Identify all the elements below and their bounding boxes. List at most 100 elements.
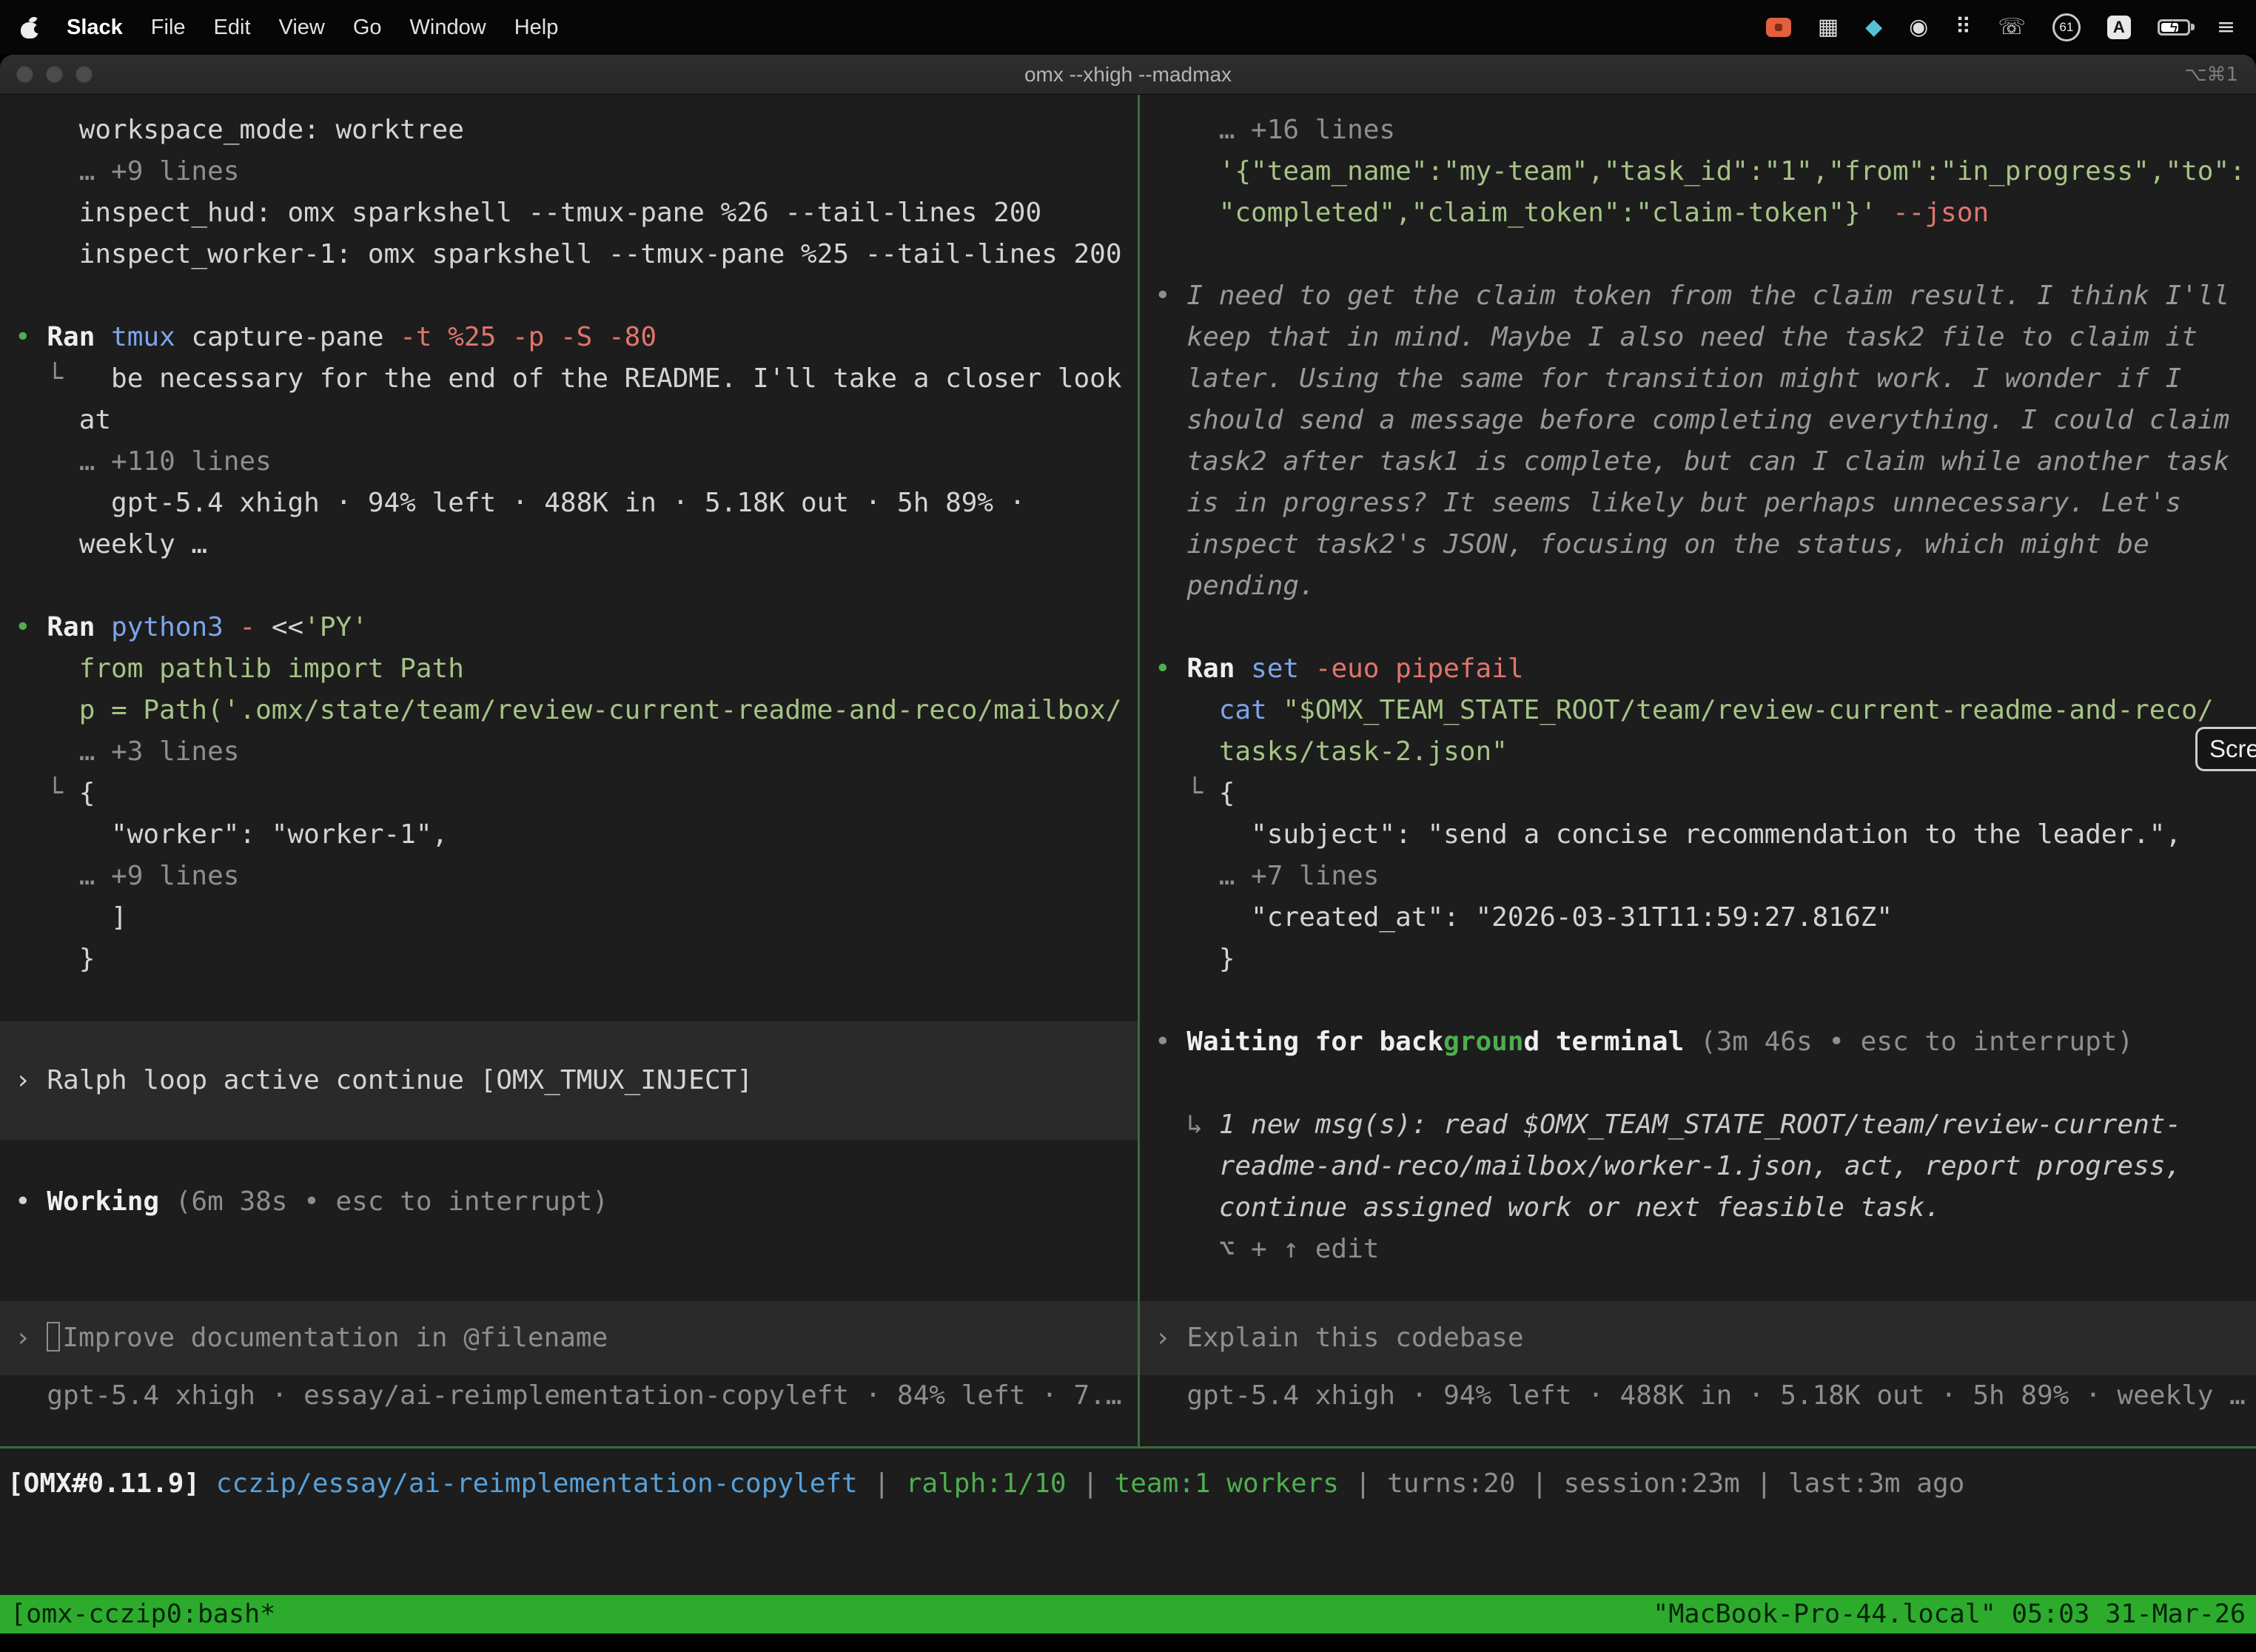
terminal-line: • Waiting for background terminal (3m 46… bbox=[1155, 1021, 2256, 1063]
terminal-line: from pathlib import Path bbox=[15, 648, 1138, 690]
composer-input[interactable]: › Explain this codebase bbox=[1140, 1301, 2256, 1375]
terminal-line: workspace_mode: worktree bbox=[15, 110, 1138, 151]
pane-spacer bbox=[0, 1223, 1138, 1301]
output-block: • Working (6m 38s • esc to interrupt) bbox=[0, 1140, 1138, 1223]
menu-window[interactable]: Window bbox=[410, 16, 486, 40]
terminal-line: • I need to get the claim token from the… bbox=[1155, 275, 2256, 317]
tmux-status-bar: [omx-cczip0:bash* "MacBook-Pro-44.local"… bbox=[0, 1595, 2256, 1633]
terminal-line: └ { bbox=[1155, 773, 2256, 814]
terminal-line: '{"team_name":"my-team","task_id":"1","f… bbox=[1155, 151, 2256, 192]
battery-percentage-icon[interactable]: 61 bbox=[2052, 13, 2081, 41]
menu-file[interactable]: File bbox=[151, 16, 186, 40]
terminal-line bbox=[1155, 980, 2256, 1021]
pane-spacer bbox=[1140, 1270, 2256, 1301]
zoom-button[interactable] bbox=[75, 66, 93, 83]
terminal-line: is in progress? It seems likely but perh… bbox=[1155, 483, 2256, 524]
terminal-line: gpt-5.4 xhigh · essay/ai-reimplementatio… bbox=[15, 1375, 1138, 1417]
input-source-icon[interactable]: A bbox=[2107, 16, 2131, 39]
battery-charging-icon[interactable]: ϟ bbox=[2158, 19, 2190, 36]
terminal-line: pending. bbox=[1155, 565, 2256, 607]
terminal-panes: workspace_mode: worktree … +9 lines insp… bbox=[0, 95, 2256, 1446]
terminal-line: cat "$OMX_TEAM_STATE_ROOT/team/review-cu… bbox=[1155, 690, 2256, 731]
terminal-line: "subject": "send a concise recommendatio… bbox=[1155, 814, 2256, 856]
terminal-line bbox=[15, 275, 1138, 317]
tmux-pane-right[interactable]: … +16 lines '{"team_name":"my-team","tas… bbox=[1140, 95, 2256, 1446]
tmux-host-time-label: "MacBook-Pro-44.local" 05:03 31-Mar-26 bbox=[1653, 1599, 2246, 1629]
terminal-line: … +16 lines bbox=[1155, 110, 2256, 151]
window-title: omx --xhigh --madmax bbox=[0, 63, 2256, 87]
keyboard-grid-icon[interactable]: ▦ bbox=[1818, 16, 1839, 38]
terminal-line: gpt-5.4 xhigh · 94% left · 488K in · 5.1… bbox=[1155, 1375, 2256, 1417]
omx-status-line: [OMX#0.11.9] cczip/essay/ai-reimplementa… bbox=[0, 1448, 2256, 1505]
pane-status-line: gpt-5.4 xhigh · 94% left · 488K in · 5.1… bbox=[1140, 1375, 2256, 1446]
terminal-line: } bbox=[15, 939, 1138, 980]
menu-bar: Slack File Edit View Go Window Help ▦ ◆ … bbox=[0, 0, 2256, 55]
menu-bar-left: Slack File Edit View Go Window Help bbox=[21, 16, 558, 40]
terminal-line: ↳ 1 new msg(s): read $OMX_TEAM_STATE_ROO… bbox=[1155, 1104, 2256, 1146]
queued-message-band: › Ralph loop active continue [OMX_TMUX_I… bbox=[0, 1021, 1138, 1140]
screen-overlay-tooltip: Scre bbox=[2195, 727, 2256, 771]
terminal-line: ⌥ + ↑ edit bbox=[1155, 1229, 2256, 1270]
terminal-line: … +7 lines bbox=[1155, 856, 2256, 897]
terminal-line bbox=[1155, 234, 2256, 275]
terminal-line: › Improve documentation in @filename bbox=[15, 1317, 1138, 1359]
menu-edit[interactable]: Edit bbox=[214, 16, 251, 40]
menu-view[interactable]: View bbox=[279, 16, 325, 40]
terminal-line: continue assigned work or next feasible … bbox=[1155, 1187, 2256, 1229]
terminal-line: "worker": "worker-1", bbox=[15, 814, 1138, 856]
terminal-line: [OMX#0.11.9] cczip/essay/ai-reimplementa… bbox=[7, 1463, 2256, 1505]
menu-go[interactable]: Go bbox=[353, 16, 382, 40]
menu-help[interactable]: Help bbox=[514, 16, 559, 40]
dots-grid-icon[interactable]: ⠿ bbox=[1955, 16, 1971, 38]
minimize-button[interactable] bbox=[46, 66, 63, 83]
terminal-line: readme-and-reco/mailbox/worker-1.json, a… bbox=[1155, 1146, 2256, 1187]
terminal-line bbox=[1155, 1063, 2256, 1104]
terminal-line: } bbox=[1155, 939, 2256, 980]
terminal-line bbox=[15, 565, 1138, 607]
menu-lines-icon[interactable]: ≡ bbox=[2217, 16, 2235, 38]
window-titlebar[interactable]: omx --xhigh --madmax ⌥⌘1 bbox=[0, 55, 2256, 95]
circle-app-icon[interactable]: ◉ bbox=[1909, 16, 1928, 38]
menu-bar-status-icons: ▦ ◆ ◉ ⠿ ☏ 61 A ϟ ≡ bbox=[1766, 13, 2235, 41]
terminal-line: › Ralph loop active continue [OMX_TMUX_I… bbox=[15, 1060, 1138, 1101]
terminal-line: later. Using the same for transition mig… bbox=[1155, 358, 2256, 400]
diamond-app-icon[interactable]: ◆ bbox=[1865, 16, 1882, 38]
output-block: workspace_mode: worktree … +9 lines insp… bbox=[0, 110, 1138, 1021]
terminal-line: should send a message before completing … bbox=[1155, 400, 2256, 441]
terminal-line: • Ran tmux capture-pane -t %25 -p -S -80 bbox=[15, 317, 1138, 358]
terminal-line: keep that in mind. Maybe I also need the… bbox=[1155, 317, 2256, 358]
terminal-line bbox=[15, 1140, 1138, 1181]
close-button[interactable] bbox=[16, 66, 33, 83]
terminal-line: … +9 lines bbox=[15, 151, 1138, 192]
apple-menu-icon[interactable] bbox=[21, 16, 38, 38]
tmux-session-label: [omx-cczip0:bash* bbox=[10, 1599, 275, 1629]
output-block: … +16 lines '{"team_name":"my-team","tas… bbox=[1140, 110, 2256, 1270]
terminal-line: … +110 lines bbox=[15, 441, 1138, 483]
charging-bolt-icon: ϟ bbox=[2160, 19, 2188, 36]
app-menu-title[interactable]: Slack bbox=[67, 16, 123, 40]
terminal-line: ] bbox=[15, 897, 1138, 939]
terminal-line: inspect_worker-1: omx sparkshell --tmux-… bbox=[15, 234, 1138, 275]
terminal-line: • Ran python3 - <<'PY' bbox=[15, 607, 1138, 648]
terminal-line: inspect_hud: omx sparkshell --tmux-pane … bbox=[15, 192, 1138, 234]
terminal-line: gpt-5.4 xhigh · 94% left · 488K in · 5.1… bbox=[15, 483, 1138, 524]
terminal-line: "created_at": "2026-03-31T11:59:27.816Z" bbox=[1155, 897, 2256, 939]
terminal-line: • Ran set -euo pipefail bbox=[1155, 648, 2256, 690]
terminal-line: … +3 lines bbox=[15, 731, 1138, 773]
terminal-line: "completed","claim_token":"claim-token"}… bbox=[1155, 192, 2256, 234]
tmux-pane-left[interactable]: workspace_mode: worktree … +9 lines insp… bbox=[0, 95, 1138, 1446]
terminal-window: omx --xhigh --madmax ⌥⌘1 workspace_mode:… bbox=[0, 55, 2256, 1633]
apple-bite-icon bbox=[34, 25, 42, 33]
terminal-line: tasks/task-2.json" bbox=[1155, 731, 2256, 773]
pane-status-line: gpt-5.4 xhigh · essay/ai-reimplementatio… bbox=[0, 1375, 1138, 1446]
screen-recording-indicator-icon[interactable] bbox=[1766, 18, 1791, 37]
composer-input[interactable]: › Improve documentation in @filename bbox=[0, 1301, 1138, 1375]
terminal-line: weekly … bbox=[15, 524, 1138, 565]
terminal-line: task2 after task1 is complete, but can I… bbox=[1155, 441, 2256, 483]
terminal-line bbox=[15, 980, 1138, 1021]
terminal-line bbox=[1155, 607, 2256, 648]
window-shortcut-hint: ⌥⌘1 bbox=[2184, 64, 2238, 86]
phone-app-icon[interactable]: ☏ bbox=[1998, 16, 2026, 38]
terminal-line: • Working (6m 38s • esc to interrupt) bbox=[15, 1181, 1138, 1223]
terminal-line: at bbox=[15, 400, 1138, 441]
